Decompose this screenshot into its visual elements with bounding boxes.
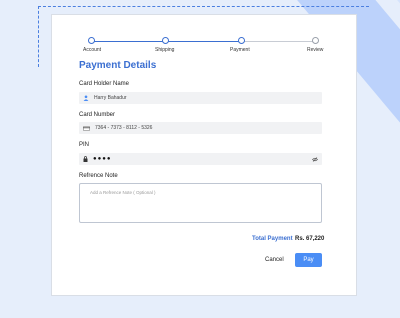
step-label-shipping: Shipping: [155, 47, 175, 53]
card-number-field[interactable]: 7364 - 7373 - 8112 - 5326: [79, 122, 322, 134]
step-dot-shipping[interactable]: [162, 37, 169, 44]
card-icon: [83, 125, 90, 131]
user-icon: [83, 95, 89, 101]
pay-button[interactable]: Pay: [295, 253, 322, 267]
total-payment-label: Total Payment: [252, 236, 293, 242]
card-holder-label: Card Holder Name: [79, 81, 130, 87]
lock-icon: [83, 156, 88, 162]
eye-off-icon[interactable]: [312, 156, 318, 162]
cancel-button[interactable]: Cancel: [265, 257, 284, 263]
pin-label: PIN: [79, 142, 90, 148]
step-label-account: Account: [83, 47, 102, 53]
pin-field[interactable]: ●●●●: [79, 153, 322, 165]
card-holder-value: Harry Bahadur: [94, 95, 127, 101]
step-dot-review[interactable]: [312, 37, 319, 44]
card-number-value: 7364 - 7373 - 8112 - 5326: [95, 125, 153, 131]
reference-note-input[interactable]: Add a Refrence Note ( Optional ): [79, 183, 322, 223]
pin-value: ●●●●: [93, 156, 112, 162]
card-number-label: Card Number: [79, 112, 116, 118]
step-dot-payment[interactable]: [238, 37, 245, 44]
progress-stepper: Account Shipping Payment Review: [83, 37, 323, 53]
reference-note-placeholder: Add a Refrence Note ( Optional ): [90, 190, 156, 195]
stepper-line-pending: [244, 41, 316, 42]
step-label-review: Review: [307, 47, 324, 53]
payment-card: Account Shipping Payment Review Payment …: [51, 14, 357, 296]
reference-note-label: Refrence Note: [79, 173, 118, 179]
step-dot-account[interactable]: [88, 37, 95, 44]
step-label-payment: Payment: [230, 47, 250, 53]
card-holder-field[interactable]: Harry Bahadur: [79, 92, 322, 104]
total-payment-amount: Rs. 67,220: [295, 236, 325, 242]
page-title: Payment Details: [79, 60, 157, 71]
